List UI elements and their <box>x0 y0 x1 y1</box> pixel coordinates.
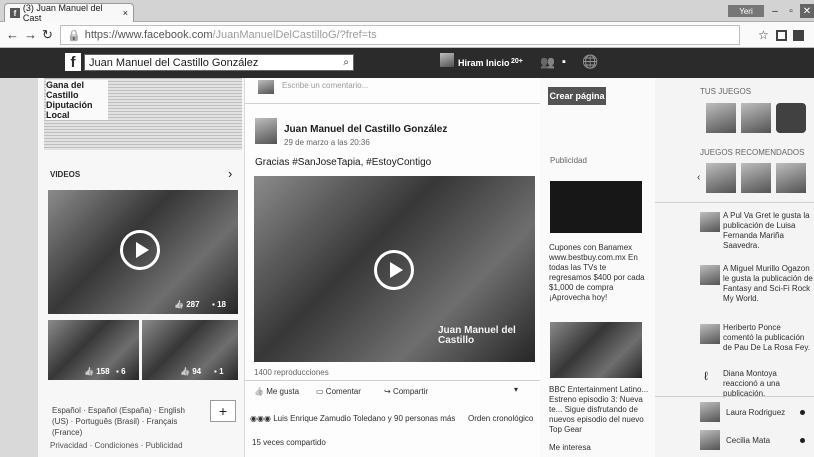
comment-button[interactable]: ▭ Comentar <box>316 387 361 396</box>
chat-avatar[interactable] <box>700 430 720 450</box>
shares-count[interactable]: 15 veces compartido <box>252 438 326 447</box>
ticker-avatar[interactable] <box>700 324 720 344</box>
lock-icon: 🔒 <box>67 29 81 42</box>
chevron-left-icon[interactable]: ‹ <box>697 172 700 183</box>
rec-game-icon-1[interactable] <box>706 163 736 193</box>
ads-label: Publicidad <box>550 156 587 165</box>
create-page-button[interactable]: Crear página <box>548 87 606 105</box>
notifications-globe-icon[interactable]: 🌐 <box>582 54 598 70</box>
video-watermark: Juan Manuel del Castillo <box>438 325 516 346</box>
ticker-avatar[interactable] <box>700 265 720 285</box>
featured-comment-count: ▪ 18 <box>212 300 226 309</box>
comment-composer[interactable]: Escribe un comentario... <box>282 81 368 90</box>
facebook-logo-icon[interactable]: f <box>65 53 81 71</box>
view-count: 1400 reproducciones <box>254 368 329 377</box>
play-icon[interactable] <box>374 250 414 290</box>
maximize-icon[interactable]: ▫ <box>784 4 798 18</box>
chevron-right-icon[interactable]: › <box>228 166 232 181</box>
comment-icon: ▭ <box>316 387 324 396</box>
minimize-icon[interactable]: – <box>768 4 782 18</box>
games-label: TUS JUEGOS <box>700 87 752 96</box>
chat-contact[interactable]: Cecilia Mata <box>726 436 770 445</box>
tab-close-icon[interactable]: × <box>123 8 128 18</box>
ticker-item[interactable]: Diana Montoya reaccionó a una publicació… <box>723 369 813 399</box>
nav-user-name[interactable]: Hiram <box>458 58 484 68</box>
ticker-item[interactable]: A Miguel Murillo Ogazon le gusta la publ… <box>723 264 813 304</box>
ad-text-1[interactable]: Cupones con Banamex www.bestbuy.com.mx E… <box>549 243 645 303</box>
reload-icon[interactable]: ↻ <box>42 27 53 43</box>
ad-image-1[interactable] <box>550 181 642 233</box>
language-links[interactable]: Español · Español (España) · English (US… <box>52 405 202 438</box>
game-icon-1[interactable] <box>706 103 736 133</box>
thumb1-comment-count: ▪ 6 <box>116 367 126 376</box>
facebook-favicon-icon: f <box>10 8 20 18</box>
extension-icon[interactable] <box>776 30 787 41</box>
star-icon[interactable]: ☆ <box>758 28 769 42</box>
online-status-dot <box>800 410 805 415</box>
composer-avatar <box>258 80 274 94</box>
rec-game-icon-3[interactable] <box>776 163 806 193</box>
divider <box>245 380 540 381</box>
ad-interest-link[interactable]: Me interesa <box>549 443 591 452</box>
url-path: /JuanManuelDelCastilloG/?fref=ts <box>212 29 377 41</box>
ad-text-2[interactable]: BBC Entertainment Latino... Estreno epis… <box>549 385 653 439</box>
like-button[interactable]: 👍 Me gusta <box>254 387 299 396</box>
add-language-button[interactable]: + <box>210 400 236 422</box>
comment-order-dropdown[interactable]: Orden cronológico <box>468 414 533 423</box>
cover-headline: Gana del Castillo Diputación Local <box>46 80 108 120</box>
ticker-avatar[interactable] <box>700 212 720 232</box>
post-timestamp[interactable]: 29 de marzo a las 20:36 <box>284 138 370 147</box>
profile-badge[interactable]: Yeri <box>728 5 764 17</box>
reaction-icons: ◉◉◉ <box>250 414 271 423</box>
search-icon[interactable]: ⌕ <box>343 57 349 68</box>
ticker-item[interactable]: Heriberto Ponce comentó la publicación d… <box>723 323 813 353</box>
nav-home-count: 20+ <box>511 58 523 65</box>
post-author[interactable]: Juan Manuel del Castillo González <box>284 124 447 135</box>
reaction-icon: ℓ <box>704 369 708 383</box>
tab-title: (3) Juan Manuel del Cast <box>22 3 103 23</box>
thumb2-like-count: 👍 94 <box>180 367 202 376</box>
chat-avatar[interactable] <box>700 402 720 422</box>
chat-contact[interactable]: Laura Rodriguez <box>726 408 785 417</box>
ad-image-2[interactable] <box>550 322 642 378</box>
footer-links[interactable]: Privacidad · Condiciones · Publicidad <box>50 441 240 450</box>
rec-game-icon-2[interactable] <box>741 163 771 193</box>
back-arrow-icon[interactable]: ← <box>6 27 19 42</box>
ticker-item[interactable]: A Pul Va Gret le gusta la publicación de… <box>723 211 813 251</box>
browser-tab[interactable]: f (3) Juan Manuel del Cast × <box>4 3 134 23</box>
url-host: https://www.facebook.com <box>84 29 213 41</box>
messages-icon[interactable]: ▪ <box>562 56 566 68</box>
forward-arrow-icon[interactable]: → <box>24 27 37 42</box>
thumbs-up-icon: 👍 <box>254 387 264 396</box>
url-bar[interactable]: 🔒 https://www.facebook.com/JuanManuelDel… <box>60 25 740 45</box>
search-value: Juan Manuel del Castillo González <box>89 56 259 69</box>
thumb2-comment-count: ▪ 1 <box>214 367 224 376</box>
divider <box>655 396 814 397</box>
reactions-summary[interactable]: ◉◉◉ Luis Enrique Zamudio Toledano y 90 p… <box>250 414 455 423</box>
extension-icon-2[interactable] <box>793 30 804 41</box>
share-icon: ↪ <box>384 387 391 396</box>
divider <box>245 103 540 104</box>
videos-section-label: VIDEOS <box>50 170 81 179</box>
post-options-icon[interactable]: ▾ <box>514 385 518 394</box>
game-icon-3[interactable] <box>776 103 806 133</box>
post-text: Gracias #SanJoseTapia, #EstoyContigo <box>255 157 432 168</box>
search-input[interactable]: Juan Manuel del Castillo González ⌕ <box>84 54 354 71</box>
recommended-games-label: JUEGOS RECOMENDADOS <box>700 148 805 157</box>
close-window-icon[interactable]: ✕ <box>800 4 814 18</box>
author-avatar[interactable] <box>255 118 277 144</box>
friend-requests-icon[interactable]: 👥 <box>540 55 555 69</box>
nav-home[interactable]: Inicio <box>486 58 510 68</box>
online-status-dot <box>800 438 805 443</box>
share-button[interactable]: ↪ Compartir <box>384 387 428 396</box>
featured-like-count: 👍 287 <box>174 300 200 309</box>
thumb1-like-count: 👍 158 <box>84 367 110 376</box>
divider <box>655 202 814 203</box>
game-icon-2[interactable] <box>741 103 771 133</box>
user-avatar[interactable] <box>440 53 454 67</box>
play-icon[interactable] <box>120 230 160 270</box>
